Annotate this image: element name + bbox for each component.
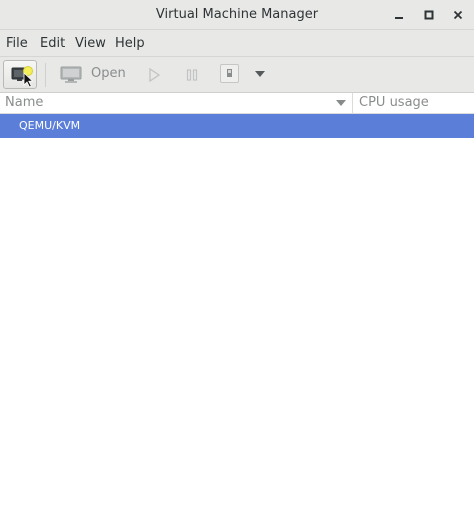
shutdown-button[interactable] <box>220 64 239 83</box>
menu-bar: File Edit View Help <box>0 30 474 57</box>
menu-edit[interactable]: Edit <box>40 36 65 51</box>
list-column-header: Name CPU usage <box>0 93 474 114</box>
minimize-button[interactable] <box>390 6 408 24</box>
column-divider[interactable] <box>352 93 353 113</box>
new-vm-button[interactable] <box>3 60 37 89</box>
close-icon <box>453 10 463 20</box>
vm-list[interactable] <box>0 138 474 505</box>
sort-descending-icon[interactable] <box>335 99 347 107</box>
toolbar: Open <box>0 57 474 93</box>
title-bar[interactable]: Virtual Machine Manager <box>0 0 474 30</box>
monitor-icon[interactable] <box>60 66 82 84</box>
menu-help[interactable]: Help <box>115 36 145 51</box>
new-vm-icon <box>11 66 34 88</box>
list-item[interactable]: QEMU/KVM <box>0 114 474 138</box>
menu-file[interactable]: File <box>6 36 28 51</box>
menu-view[interactable]: View <box>75 36 106 51</box>
pause-icon[interactable] <box>184 67 200 83</box>
vm-manager-window: Virtual Machine Manager File Edit View H… <box>0 0 474 505</box>
close-button[interactable] <box>449 6 467 24</box>
connection-name: QEMU/KVM <box>19 119 81 132</box>
shutdown-icon <box>227 69 232 77</box>
column-cpu-usage-header[interactable]: CPU usage <box>359 95 429 110</box>
minimize-icon <box>395 17 403 19</box>
open-button[interactable]: Open <box>91 66 126 81</box>
toolbar-separator <box>45 63 46 87</box>
column-name-header[interactable]: Name <box>5 95 43 110</box>
maximize-icon <box>424 10 434 20</box>
play-icon[interactable] <box>146 67 162 83</box>
maximize-button[interactable] <box>420 6 438 24</box>
chevron-down-icon[interactable] <box>253 69 267 79</box>
